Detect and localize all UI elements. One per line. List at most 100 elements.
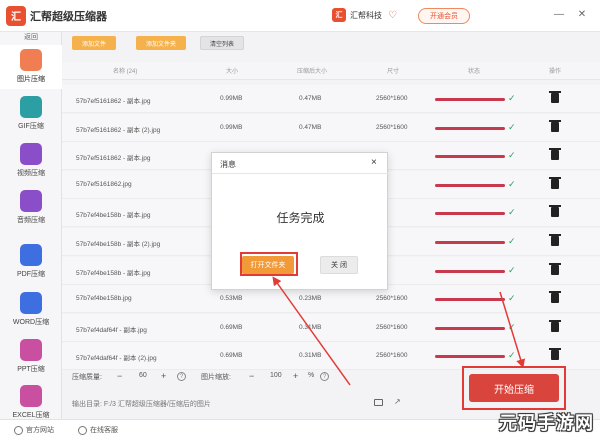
help-icon[interactable]: ? [320, 372, 329, 381]
sidebar-item-label: WORD压缩 [12, 319, 50, 326]
sidebar-item[interactable]: PPT压缩 [0, 335, 62, 379]
chat-icon [78, 425, 87, 435]
check-icon: ✓ [508, 150, 516, 161]
pdf-icon [20, 244, 42, 266]
progress-bar [435, 298, 505, 302]
file-size: 0.53MB [220, 295, 243, 303]
help-icon[interactable]: ? [177, 372, 186, 381]
close-window-icon[interactable]: ✕ [575, 7, 589, 21]
progress-bar [435, 126, 505, 130]
file-name: 57b7ef4be158b.jpg [76, 295, 132, 303]
trash-icon[interactable] [549, 319, 561, 332]
support-label: 在线客服 [90, 427, 118, 434]
sidebar-item[interactable]: 视频压缩 [0, 139, 62, 183]
sidebar-item[interactable]: WORD压缩 [0, 288, 62, 332]
website-link[interactable]: 官方网站 [14, 425, 54, 435]
excel-icon [20, 385, 42, 407]
file-name: 57b7ef5161862 - 副本 (2).jpg [76, 126, 161, 134]
check-icon: ✓ [508, 178, 516, 189]
check-icon: ✓ [508, 264, 516, 275]
trash-icon[interactable] [549, 176, 561, 189]
compressed-size: 0.47MB [299, 95, 322, 102]
trash-icon[interactable] [549, 234, 561, 246]
progress-bar [435, 98, 505, 101]
scale-increase[interactable]: + [293, 371, 298, 381]
clear-list-button[interactable]: 清空列表 [200, 36, 244, 50]
brand-name: 汇帮科技 [350, 10, 382, 20]
add-file-button[interactable]: 添加文件 [72, 36, 116, 50]
support-link[interactable]: 在线客服 [78, 425, 118, 435]
progress-bar [435, 183, 505, 187]
trash-icon[interactable] [549, 91, 561, 103]
col-dim: 尺寸 [387, 69, 400, 75]
folder-icon[interactable] [374, 399, 383, 406]
title-bar: 汇 汇帮超级压缩器 [0, 0, 600, 32]
close-button[interactable]: 关 闭 [320, 256, 358, 274]
video-icon [20, 143, 42, 165]
quality-decrease[interactable]: − [117, 371, 122, 381]
ppt-icon [20, 339, 42, 361]
file-name: 57b7ef5161862 - 副本.jpg [76, 155, 151, 163]
brand-logo: 汇 [332, 8, 346, 22]
check-icon: ✓ [508, 93, 516, 103]
vip-button[interactable]: 开通会员 [418, 8, 470, 24]
progress-bar [435, 355, 505, 359]
progress-bar [435, 269, 505, 273]
col-after: 压缩后大小 [297, 69, 328, 75]
sidebar-item[interactable]: 图片压缩 [0, 45, 62, 89]
brand: 汇 汇帮科技 ♡ [332, 8, 397, 22]
app-title: 汇帮超级压缩器 [30, 10, 107, 23]
dimensions: 2560*1600 [376, 352, 408, 360]
watermark-text: 元码手游网 [499, 413, 594, 433]
compressed-size: 0.31MB [299, 352, 322, 360]
trash-icon[interactable] [549, 262, 561, 275]
sidebar-item[interactable]: GIF压缩 [0, 92, 62, 136]
file-size: 0.99MB [220, 95, 243, 102]
trash-icon[interactable] [549, 205, 561, 218]
file-size: 0.69MB [220, 352, 243, 360]
file-name: 57b7ef4be158b - 副本.jpg [76, 212, 151, 220]
sidebar-item-label: 音频压缩 [17, 217, 45, 224]
dimensions: 2560*1600 [376, 123, 408, 131]
open-folder-icon[interactable]: ↗ [394, 397, 401, 406]
table-header: 名称 (24) 大小 压缩后大小 尺寸 状态 操作 [62, 62, 600, 80]
check-icon: ✓ [508, 121, 516, 132]
sidebar-item[interactable]: 音频压缩 [0, 186, 62, 230]
file-name: 57b7ef4daf64f - 副本.jpg [76, 326, 147, 334]
image-icon [20, 49, 42, 71]
progress-bar [435, 155, 505, 159]
close-icon[interactable]: × [371, 157, 377, 168]
start-compress-button[interactable]: 开始压缩 [469, 374, 559, 402]
file-size: 0.99MB [220, 123, 243, 131]
trash-icon[interactable] [549, 348, 561, 361]
table-row[interactable]: 57b7ef5161862 - 副本 (2).jpg 0.99MB 0.47MB 25… [62, 113, 600, 142]
file-name: 57b7ef5161862.jpg [76, 180, 132, 188]
compressed-size: 0.23MB [299, 295, 322, 303]
sidebar-item[interactable]: PDF压缩 [0, 240, 62, 284]
progress-bar [435, 241, 505, 244]
scale-label: 图片缩放: [201, 374, 231, 381]
compressed-size: 0.47MB [299, 123, 322, 131]
table-row[interactable]: 57b7ef5161862 - 副本.jpg 0.99MB 0.47MB 2560*1… [62, 85, 600, 113]
trash-icon[interactable] [549, 119, 561, 132]
table-row[interactable]: 57b7ef4daf64f - 副本.jpg 0.69MB 0.31MB 2560*1… [62, 313, 600, 342]
check-icon: ✓ [508, 236, 516, 246]
dialog-title: 消息 [220, 160, 236, 169]
back-link[interactable]: 返回 [0, 32, 62, 44]
quality-increase[interactable]: + [161, 371, 166, 381]
home-icon [14, 425, 23, 435]
dimensions: 2560*1600 [376, 95, 408, 102]
audio-icon [20, 190, 42, 212]
add-folder-button[interactable]: 添加文件夹 [136, 36, 186, 50]
trash-icon[interactable] [549, 291, 561, 304]
trash-icon[interactable] [549, 148, 561, 161]
file-size: 0.69MB [220, 323, 243, 331]
minimize-icon[interactable]: — [552, 7, 566, 21]
scale-value[interactable]: 100 [270, 372, 282, 379]
dimensions: 2560*1600 [376, 295, 408, 303]
quality-value[interactable]: 60 [139, 372, 147, 379]
compressed-size: 0.31MB [299, 323, 322, 331]
file-name: 57b7ef4daf64f - 副本 (2).jpg [76, 355, 157, 363]
scale-decrease[interactable]: − [249, 371, 254, 381]
progress-bar [435, 212, 505, 216]
